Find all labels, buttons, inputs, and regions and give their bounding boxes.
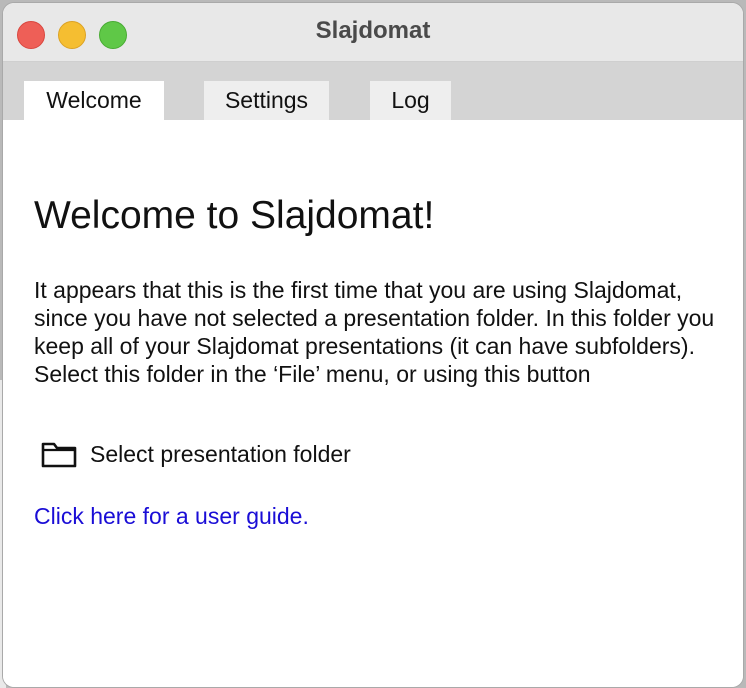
welcome-panel: Welcome to Slajdomat! It appears that th… <box>3 120 743 687</box>
tab-log[interactable]: Log <box>370 81 451 120</box>
welcome-heading: Welcome to Slajdomat! <box>34 194 435 237</box>
select-presentation-folder-label: Select presentation folder <box>90 440 351 467</box>
app-window: Slajdomat Welcome Settings Log Welcome t… <box>3 3 743 687</box>
tab-settings[interactable]: Settings <box>204 81 329 120</box>
welcome-description: It appears that this is the first time t… <box>34 277 715 387</box>
title-bar: Slajdomat <box>3 3 743 62</box>
user-guide-link[interactable]: Click here for a user guide. <box>34 503 309 530</box>
select-presentation-folder-button[interactable]: Select presentation folder <box>40 434 380 474</box>
folder-icon <box>41 442 77 468</box>
tab-bar: Welcome Settings Log <box>3 62 743 120</box>
window-title: Slajdomat <box>315 17 431 44</box>
tab-welcome[interactable]: Welcome <box>24 81 164 120</box>
